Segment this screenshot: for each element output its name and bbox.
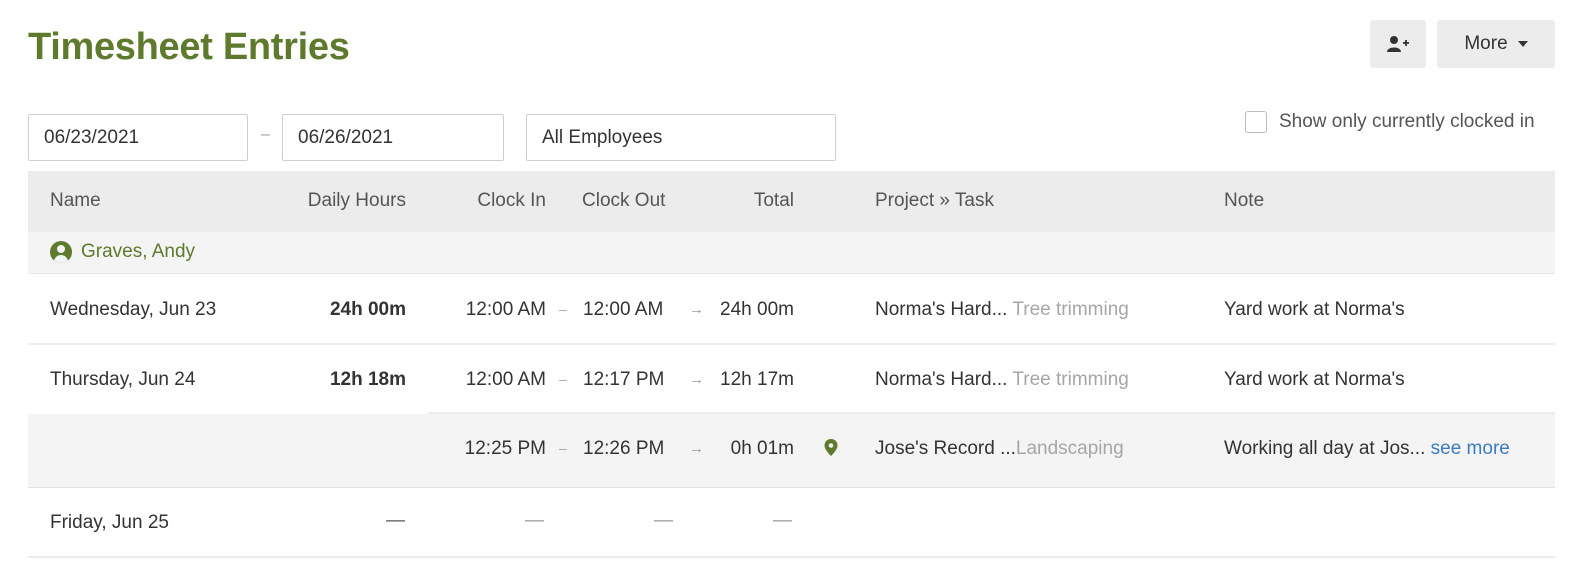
user-plus-icon [1387, 36, 1409, 52]
table-row[interactable]: Wednesday, Jun 23 24h 00m 12:00 AM – 12:… [28, 274, 1555, 345]
user-circle-icon [50, 241, 72, 263]
day-label: Thursday, Jun 24 [50, 369, 196, 390]
add-user-button[interactable] [1370, 20, 1426, 68]
column-header-daily-hours[interactable]: Daily Hours [268, 190, 406, 212]
entry-note-text: Working all day at Jos... [1224, 438, 1426, 459]
clocked-in-filter[interactable]: Show only currently clocked in [1245, 111, 1535, 133]
clock-in-time: — [525, 510, 544, 531]
project-name: Jose's Record ... [875, 438, 1016, 459]
column-header-clock-out[interactable]: Clock Out [582, 190, 665, 212]
table-row[interactable]: Friday, Jun 25 — — — — [28, 488, 1555, 558]
end-date-input[interactable] [282, 114, 504, 161]
clock-out-time[interactable]: 12:26 PM [583, 438, 664, 460]
entry-note: Working all day at Jos... see more [1224, 438, 1510, 460]
day-label: Wednesday, Jun 23 [50, 299, 217, 320]
daily-hours: 24h 00m [329, 299, 406, 320]
day-label: Friday, Jun 25 [50, 512, 169, 533]
caret-down-icon [1517, 41, 1528, 47]
date-range-separator: – [261, 126, 270, 143]
table-row[interactable]: 12:25 PM – 12:26 PM → 0h 01m Jose's Reco… [28, 414, 1555, 488]
total-time: 24h 00m [720, 299, 794, 320]
total-time: 0h 01m [730, 438, 794, 459]
employee-group-row: Graves, Andy [28, 232, 1555, 274]
page-title: Timesheet Entries [28, 26, 350, 68]
task-name: Landscaping [1015, 438, 1124, 459]
employee-filter-select[interactable] [526, 114, 836, 161]
table-row[interactable]: Thursday, Jun 24 12h 18m 12:00 AM – 12:1… [28, 345, 1555, 414]
clock-in-time[interactable]: 12:25 PM [428, 438, 546, 460]
start-date-input[interactable] [28, 114, 248, 161]
time-range-separator: – [559, 301, 567, 317]
time-range-separator: – [559, 440, 567, 456]
clocked-in-label: Show only currently clocked in [1279, 111, 1535, 132]
project-task[interactable]: Norma's Hard... Tree trimming [875, 369, 1129, 391]
project-task[interactable]: Norma's Hard... Tree trimming [875, 299, 1129, 321]
project-name: Norma's Hard... [875, 299, 1008, 320]
more-button-label: More [1464, 33, 1508, 54]
time-range-separator: – [559, 371, 567, 387]
clock-out-time: — [654, 510, 673, 531]
clock-in-time[interactable]: 12:00 AM [428, 299, 546, 321]
column-header-clock-in[interactable]: Clock In [448, 190, 546, 212]
entry-note: Yard work at Norma's [1224, 369, 1405, 390]
column-header-total[interactable]: Total [708, 190, 794, 212]
employee-name: Graves, Andy [81, 241, 196, 262]
task-name: Tree trimming [1012, 299, 1129, 320]
total-time: — [773, 510, 792, 531]
clock-out-time[interactable]: 12:00 AM [583, 299, 663, 321]
clock-in-time[interactable]: 12:00 AM [428, 369, 546, 391]
column-header-project-task[interactable]: Project » Task [875, 190, 994, 212]
employee-group-link[interactable]: Graves, Andy [50, 241, 195, 263]
daily-hours: — [386, 510, 405, 531]
column-header-name[interactable]: Name [50, 190, 101, 212]
column-header-note[interactable]: Note [1224, 190, 1264, 212]
total-time: 12h 17m [720, 369, 794, 390]
more-dropdown-button[interactable]: More [1437, 20, 1555, 68]
see-more-link[interactable]: see more [1431, 438, 1510, 459]
project-task[interactable]: Jose's Record ...Landscaping [875, 438, 1124, 460]
project-name: Norma's Hard... [875, 369, 1008, 390]
map-pin-icon[interactable] [824, 439, 838, 457]
daily-hours: 12h 18m [329, 369, 406, 390]
clocked-in-checkbox[interactable] [1245, 111, 1267, 133]
task-name: Tree trimming [1012, 369, 1129, 390]
entry-note: Yard work at Norma's [1224, 299, 1405, 320]
table-header-row: Name Daily Hours Clock In Clock Out Tota… [28, 171, 1555, 232]
clock-out-time[interactable]: 12:17 PM [583, 369, 664, 391]
